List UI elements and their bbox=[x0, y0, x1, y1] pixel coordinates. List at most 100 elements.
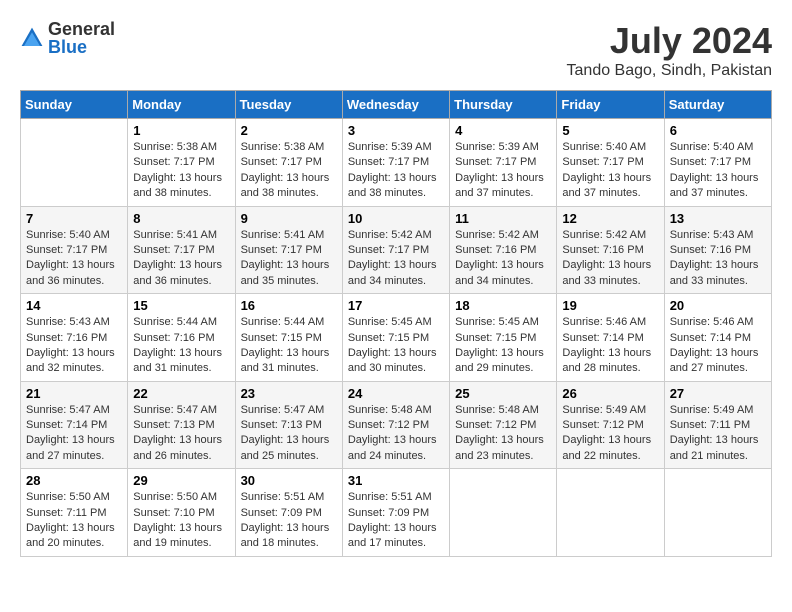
day-info: Sunrise: 5:47 AMSunset: 7:13 PMDaylight:… bbox=[133, 403, 229, 465]
day-info: Sunrise: 5:46 AMSunset: 7:14 PMDaylight:… bbox=[670, 315, 766, 377]
day-number: 11 bbox=[455, 211, 551, 226]
calendar-cell: 2 Sunrise: 5:38 AMSunset: 7:17 PMDaylight… bbox=[235, 119, 342, 207]
day-number: 10 bbox=[348, 211, 444, 226]
calendar-cell bbox=[557, 469, 664, 557]
day-info: Sunrise: 5:51 AMSunset: 7:09 PMDaylight:… bbox=[348, 490, 444, 552]
logo-general-label: General bbox=[48, 20, 115, 38]
calendar-cell: 11 Sunrise: 5:42 AMSunset: 7:16 PMDayligh… bbox=[450, 206, 557, 294]
calendar-cell bbox=[450, 469, 557, 557]
day-info: Sunrise: 5:43 AMSunset: 7:16 PMDaylight:… bbox=[670, 228, 766, 290]
calendar-cell: 24 Sunrise: 5:48 AMSunset: 7:12 PMDayligh… bbox=[342, 381, 449, 469]
day-info: Sunrise: 5:51 AMSunset: 7:09 PMDaylight:… bbox=[241, 490, 337, 552]
calendar-cell bbox=[664, 469, 771, 557]
day-number: 9 bbox=[241, 211, 337, 226]
day-number: 15 bbox=[133, 298, 229, 313]
weekday-header-friday: Friday bbox=[557, 91, 664, 119]
calendar-cell: 7 Sunrise: 5:40 AMSunset: 7:17 PMDaylight… bbox=[21, 206, 128, 294]
title-block: July 2024 Tando Bago, Sindh, Pakistan bbox=[567, 20, 772, 80]
page-header: General Blue July 2024 Tando Bago, Sindh… bbox=[20, 20, 772, 80]
day-info: Sunrise: 5:38 AMSunset: 7:17 PMDaylight:… bbox=[241, 140, 337, 202]
day-number: 12 bbox=[562, 211, 658, 226]
day-info: Sunrise: 5:42 AMSunset: 7:16 PMDaylight:… bbox=[562, 228, 658, 290]
calendar-cell: 29 Sunrise: 5:50 AMSunset: 7:10 PMDayligh… bbox=[128, 469, 235, 557]
calendar-cell: 20 Sunrise: 5:46 AMSunset: 7:14 PMDayligh… bbox=[664, 294, 771, 382]
calendar-cell: 17Sunrise: 5:45 AMSunset: 7:15 PMDayligh… bbox=[342, 294, 449, 382]
day-number: 14 bbox=[26, 298, 122, 313]
day-info: Sunrise: 5:40 AMSunset: 7:17 PMDaylight:… bbox=[26, 228, 122, 290]
weekday-header-thursday: Thursday bbox=[450, 91, 557, 119]
calendar-cell: 28 Sunrise: 5:50 AMSunset: 7:11 PMDayligh… bbox=[21, 469, 128, 557]
calendar-cell: 19 Sunrise: 5:46 AMSunset: 7:14 PMDayligh… bbox=[557, 294, 664, 382]
week-row-4: 21Sunrise: 5:47 AMSunset: 7:14 PMDayligh… bbox=[21, 381, 772, 469]
calendar-cell: 27Sunrise: 5:49 AMSunset: 7:11 PMDayligh… bbox=[664, 381, 771, 469]
calendar-cell: 15 Sunrise: 5:44 AMSunset: 7:16 PMDayligh… bbox=[128, 294, 235, 382]
day-number: 2 bbox=[241, 123, 337, 138]
day-number: 19 bbox=[562, 298, 658, 313]
day-info: Sunrise: 5:50 AMSunset: 7:11 PMDaylight:… bbox=[26, 490, 122, 552]
day-info: Sunrise: 5:41 AMSunset: 7:17 PMDaylight:… bbox=[133, 228, 229, 290]
day-number: 6 bbox=[670, 123, 766, 138]
calendar-cell: 10 Sunrise: 5:42 AMSunset: 7:17 PMDayligh… bbox=[342, 206, 449, 294]
calendar-cell: 26 Sunrise: 5:49 AMSunset: 7:12 PMDayligh… bbox=[557, 381, 664, 469]
day-info: Sunrise: 5:44 AMSunset: 7:16 PMDaylight:… bbox=[133, 315, 229, 377]
calendar-cell bbox=[21, 119, 128, 207]
logo: General Blue bbox=[20, 20, 115, 56]
day-info: Sunrise: 5:48 AMSunset: 7:12 PMDaylight:… bbox=[348, 403, 444, 465]
week-row-2: 7 Sunrise: 5:40 AMSunset: 7:17 PMDaylight… bbox=[21, 206, 772, 294]
day-info: Sunrise: 5:42 AMSunset: 7:16 PMDaylight:… bbox=[455, 228, 551, 290]
day-info: Sunrise: 5:48 AMSunset: 7:12 PMDaylight:… bbox=[455, 403, 551, 465]
day-info: Sunrise: 5:39 AMSunset: 7:17 PMDaylight:… bbox=[348, 140, 444, 202]
week-row-3: 14 Sunrise: 5:43 AMSunset: 7:16 PMDayligh… bbox=[21, 294, 772, 382]
day-info: Sunrise: 5:44 AMSunset: 7:15 PMDaylight:… bbox=[241, 315, 337, 377]
calendar-cell: 18 Sunrise: 5:45 AMSunset: 7:15 PMDayligh… bbox=[450, 294, 557, 382]
calendar-cell: 14 Sunrise: 5:43 AMSunset: 7:16 PMDayligh… bbox=[21, 294, 128, 382]
calendar-cell: 6 Sunrise: 5:40 AMSunset: 7:17 PMDaylight… bbox=[664, 119, 771, 207]
day-info: Sunrise: 5:40 AMSunset: 7:17 PMDaylight:… bbox=[562, 140, 658, 202]
day-number: 1 bbox=[133, 123, 229, 138]
day-info: Sunrise: 5:43 AMSunset: 7:16 PMDaylight:… bbox=[26, 315, 122, 377]
month-year-title: July 2024 bbox=[567, 20, 772, 62]
weekday-header-monday: Monday bbox=[128, 91, 235, 119]
day-info: Sunrise: 5:47 AMSunset: 7:14 PMDaylight:… bbox=[26, 403, 122, 465]
week-row-1: 1 Sunrise: 5:38 AMSunset: 7:17 PMDaylight… bbox=[21, 119, 772, 207]
calendar-cell: 8 Sunrise: 5:41 AMSunset: 7:17 PMDaylight… bbox=[128, 206, 235, 294]
weekday-header-row: SundayMondayTuesdayWednesdayThursdayFrid… bbox=[21, 91, 772, 119]
day-info: Sunrise: 5:42 AMSunset: 7:17 PMDaylight:… bbox=[348, 228, 444, 290]
day-number: 20 bbox=[670, 298, 766, 313]
day-number: 24 bbox=[348, 386, 444, 401]
day-info: Sunrise: 5:49 AMSunset: 7:12 PMDaylight:… bbox=[562, 403, 658, 465]
day-number: 13 bbox=[670, 211, 766, 226]
calendar-cell: 25Sunrise: 5:48 AMSunset: 7:12 PMDayligh… bbox=[450, 381, 557, 469]
calendar-cell: 5Sunrise: 5:40 AMSunset: 7:17 PMDaylight… bbox=[557, 119, 664, 207]
day-number: 26 bbox=[562, 386, 658, 401]
day-number: 8 bbox=[133, 211, 229, 226]
week-row-5: 28 Sunrise: 5:50 AMSunset: 7:11 PMDayligh… bbox=[21, 469, 772, 557]
weekday-header-sunday: Sunday bbox=[21, 91, 128, 119]
day-info: Sunrise: 5:39 AMSunset: 7:17 PMDaylight:… bbox=[455, 140, 551, 202]
day-number: 4 bbox=[455, 123, 551, 138]
weekday-header-wednesday: Wednesday bbox=[342, 91, 449, 119]
calendar-cell: 9Sunrise: 5:41 AMSunset: 7:17 PMDaylight… bbox=[235, 206, 342, 294]
day-info: Sunrise: 5:45 AMSunset: 7:15 PMDaylight:… bbox=[455, 315, 551, 377]
day-number: 29 bbox=[133, 473, 229, 488]
day-number: 22 bbox=[133, 386, 229, 401]
calendar-cell: 23Sunrise: 5:47 AMSunset: 7:13 PMDayligh… bbox=[235, 381, 342, 469]
location-label: Tando Bago, Sindh, Pakistan bbox=[567, 62, 772, 80]
day-info: Sunrise: 5:38 AMSunset: 7:17 PMDaylight:… bbox=[133, 140, 229, 202]
weekday-header-tuesday: Tuesday bbox=[235, 91, 342, 119]
day-number: 28 bbox=[26, 473, 122, 488]
day-info: Sunrise: 5:46 AMSunset: 7:14 PMDaylight:… bbox=[562, 315, 658, 377]
weekday-header-saturday: Saturday bbox=[664, 91, 771, 119]
calendar-cell: 3Sunrise: 5:39 AMSunset: 7:17 PMDaylight… bbox=[342, 119, 449, 207]
day-info: Sunrise: 5:49 AMSunset: 7:11 PMDaylight:… bbox=[670, 403, 766, 465]
logo-blue-label: Blue bbox=[48, 38, 115, 56]
logo-text: General Blue bbox=[48, 20, 115, 56]
day-number: 23 bbox=[241, 386, 337, 401]
day-info: Sunrise: 5:40 AMSunset: 7:17 PMDaylight:… bbox=[670, 140, 766, 202]
day-info: Sunrise: 5:50 AMSunset: 7:10 PMDaylight:… bbox=[133, 490, 229, 552]
day-number: 16 bbox=[241, 298, 337, 313]
day-number: 18 bbox=[455, 298, 551, 313]
logo-icon bbox=[20, 26, 44, 50]
day-number: 7 bbox=[26, 211, 122, 226]
day-number: 31 bbox=[348, 473, 444, 488]
